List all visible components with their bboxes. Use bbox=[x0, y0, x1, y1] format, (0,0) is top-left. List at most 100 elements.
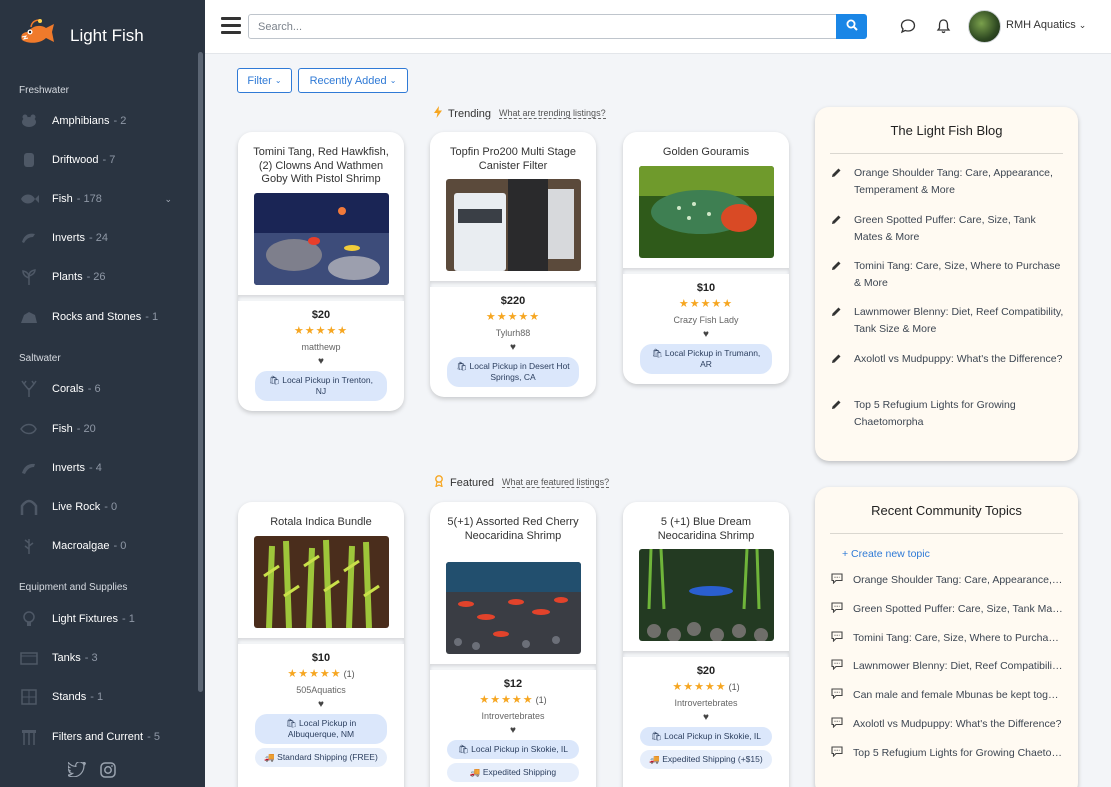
algae-icon bbox=[18, 536, 40, 556]
topic-link[interactable]: Can male and female Mbunas be kept toget… bbox=[831, 688, 1063, 702]
listing-card[interactable]: 5(+1) Assorted Red Cherry Neocaridina Sh… bbox=[430, 502, 596, 787]
blog-post-link[interactable]: Green Spotted Puffer: Care, Size, Tank M… bbox=[831, 212, 1067, 246]
blog-post-link[interactable]: Lawnmower Blenny: Diet, Reef Compatibili… bbox=[831, 304, 1067, 338]
seller-name[interactable]: matthewp bbox=[250, 342, 392, 352]
truck-icon: 🚚 bbox=[469, 767, 481, 777]
instagram-icon[interactable] bbox=[100, 762, 116, 783]
listing-card[interactable]: 5 (+1) Blue Dream Neocaridina Shrimp $20… bbox=[623, 502, 789, 787]
sidebar-item-sw-corals[interactable]: Corals - 6 bbox=[18, 378, 188, 400]
topic-link[interactable]: Green Spotted Puffer: Care, Size, Tank M… bbox=[831, 602, 1063, 616]
live-rock-icon bbox=[18, 497, 40, 517]
listing-title: 5(+1) Assorted Red Cherry Neocaridina Sh… bbox=[447, 516, 579, 542]
listing-card[interactable]: Rotala Indica Bundle $10 ★★★★★ (1) 505Aqu… bbox=[238, 502, 404, 787]
pencil-icon bbox=[831, 212, 854, 246]
brand-logo[interactable]: Light Fish bbox=[18, 18, 144, 53]
heart-icon[interactable]: ♥ bbox=[635, 329, 777, 340]
chevron-down-icon[interactable]: ⌄ bbox=[164, 194, 172, 205]
listing-card[interactable]: Topfin Pro200 Multi Stage Canister Filte… bbox=[430, 132, 596, 397]
coral-icon bbox=[18, 379, 40, 399]
rating-stars: ★★★★★ (1) bbox=[672, 681, 740, 693]
sidebar-item-fw-fish[interactable]: Fish - 178 ⌄ bbox=[18, 188, 188, 210]
seller-name[interactable]: Introvertebrates bbox=[635, 698, 777, 708]
bag-icon: 🛍 bbox=[651, 347, 663, 358]
topic-link[interactable]: Axolotl vs Mudpuppy: What's the Differen… bbox=[831, 717, 1063, 731]
sidebar-scrollbar[interactable] bbox=[198, 52, 203, 692]
user-menu[interactable]: RMH Aquatics ⌄ bbox=[1006, 19, 1086, 31]
trending-help-link[interactable]: What are trending listings? bbox=[499, 108, 606, 119]
lightbulb-icon bbox=[18, 609, 40, 629]
sidebar-item-fw-driftwood[interactable]: Driftwood - 7 bbox=[18, 149, 188, 171]
sidebar-item-fw-inverts[interactable]: Inverts - 24 bbox=[18, 227, 188, 249]
sidebar-item-sw-liverock[interactable]: Live Rock - 0 bbox=[18, 496, 188, 518]
create-topic-link[interactable]: + Create new topic bbox=[842, 548, 930, 560]
sidebar-item-sw-macroalgae[interactable]: Macroalgae - 0 bbox=[18, 535, 188, 557]
search-button[interactable] bbox=[836, 14, 867, 39]
sidebar-item-sw-inverts[interactable]: Inverts - 4 bbox=[18, 457, 188, 479]
listing-card[interactable]: Tomini Tang, Red Hawkfish, (2) Clowns An… bbox=[238, 132, 404, 411]
pencil-icon bbox=[831, 304, 854, 338]
pickup-badge: 🛍 Local Pickup in Trenton, NJ bbox=[255, 370, 387, 401]
blog-post-link[interactable]: Orange Shoulder Tang: Care, Appearance, … bbox=[831, 165, 1067, 199]
blog-post-link[interactable]: Top 5 Refugium Lights for Growing Chaeto… bbox=[831, 397, 1067, 431]
rating-stars: ★★★★★ bbox=[485, 311, 541, 323]
filter-button[interactable]: Filter ⌄ bbox=[237, 68, 292, 93]
listing-image bbox=[445, 179, 581, 271]
sidebar-item-fw-plants[interactable]: Plants - 26 bbox=[18, 266, 188, 288]
sidebar-item-sw-fish[interactable]: Fish - 20 bbox=[18, 418, 188, 440]
listing-image bbox=[638, 549, 774, 641]
heart-icon[interactable]: ♥ bbox=[250, 699, 392, 710]
chevron-down-icon: ⌄ bbox=[1078, 20, 1087, 30]
sort-dropdown[interactable]: Recently Added ⌄ bbox=[298, 68, 408, 93]
blog-post-link[interactable]: Tomini Tang: Care, Size, Where to Purcha… bbox=[831, 258, 1067, 292]
featured-header: Featured What are featured listings? bbox=[434, 475, 610, 490]
search-icon bbox=[846, 18, 858, 36]
search-input[interactable] bbox=[248, 14, 837, 39]
sidebar-item-eq-stands[interactable]: Stands - 1 bbox=[18, 686, 188, 708]
shipping-badge: 🚚 Expedited Shipping (+$15) bbox=[640, 750, 772, 769]
bag-icon: 🛍 bbox=[456, 361, 468, 371]
sidebar-item-eq-lights[interactable]: Light Fixtures - 1 bbox=[18, 608, 188, 630]
sidebar-item-eq-tanks[interactable]: Tanks - 3 bbox=[18, 647, 188, 669]
listing-title: Rotala Indica Bundle bbox=[270, 516, 372, 528]
pencil-icon bbox=[831, 165, 854, 199]
saltwater-fish-icon bbox=[18, 419, 40, 439]
seller-name[interactable]: 505Aquatics bbox=[250, 685, 392, 695]
brand-name: Light Fish bbox=[70, 25, 144, 45]
bag-icon: 🛍 bbox=[269, 374, 280, 385]
blog-panel: The Light Fish Blog Orange Shoulder Tang… bbox=[815, 107, 1078, 461]
listing-image bbox=[445, 562, 581, 654]
topic-link[interactable]: Tomini Tang: Care, Size, Where to Purcha… bbox=[831, 631, 1063, 645]
seller-name[interactable]: Introvertebrates bbox=[442, 711, 584, 721]
seller-name[interactable]: Tylurh88 bbox=[442, 328, 584, 338]
community-title: Recent Community Topics bbox=[871, 503, 1022, 518]
crab-icon bbox=[18, 458, 40, 478]
listing-price: $20 bbox=[311, 308, 331, 321]
chevron-down-icon: ⌄ bbox=[274, 76, 282, 85]
avatar[interactable] bbox=[968, 10, 1001, 43]
topic-link[interactable]: Orange Shoulder Tang: Care, Appearance, … bbox=[831, 573, 1063, 587]
heart-icon[interactable]: ♥ bbox=[442, 725, 584, 736]
heart-icon[interactable]: ♥ bbox=[635, 712, 777, 723]
bag-icon: 🛍 bbox=[457, 744, 469, 754]
chat-icon[interactable] bbox=[900, 18, 916, 39]
topic-link[interactable]: Lawnmower Blenny: Diet, Reef Compatibili… bbox=[831, 659, 1063, 673]
section-equipment: Equipment and Supplies bbox=[19, 582, 128, 593]
heart-icon[interactable]: ♥ bbox=[250, 356, 392, 367]
seller-name[interactable]: Crazy Fish Lady bbox=[635, 315, 777, 325]
sidebar-item-fw-amphibians[interactable]: Amphibians - 2 bbox=[18, 110, 188, 132]
topic-link[interactable]: Top 5 Refugium Lights for Growing Chaeto… bbox=[831, 746, 1063, 760]
sidebar-item-eq-filters[interactable]: Filters and Current - 5 bbox=[18, 726, 188, 748]
lightning-icon bbox=[434, 106, 442, 121]
featured-help-link[interactable]: What are featured listings? bbox=[502, 477, 610, 488]
listing-card[interactable]: Golden Gouramis $10 ★★★★★ Crazy Fish Lad… bbox=[623, 132, 789, 384]
listing-price: $10 bbox=[311, 651, 331, 664]
menu-icon[interactable] bbox=[221, 17, 241, 34]
twitter-icon[interactable] bbox=[65, 760, 87, 783]
comment-icon bbox=[831, 746, 853, 760]
rating-stars: ★★★★★ bbox=[293, 324, 349, 337]
comment-icon bbox=[831, 659, 853, 673]
bell-icon[interactable] bbox=[936, 18, 951, 39]
heart-icon[interactable]: ♥ bbox=[442, 342, 584, 353]
blog-post-link[interactable]: Axolotl vs Mudpuppy: What's the Differen… bbox=[831, 351, 1067, 370]
sidebar-item-fw-rocks[interactable]: Rocks and Stones - 1 bbox=[18, 306, 188, 328]
